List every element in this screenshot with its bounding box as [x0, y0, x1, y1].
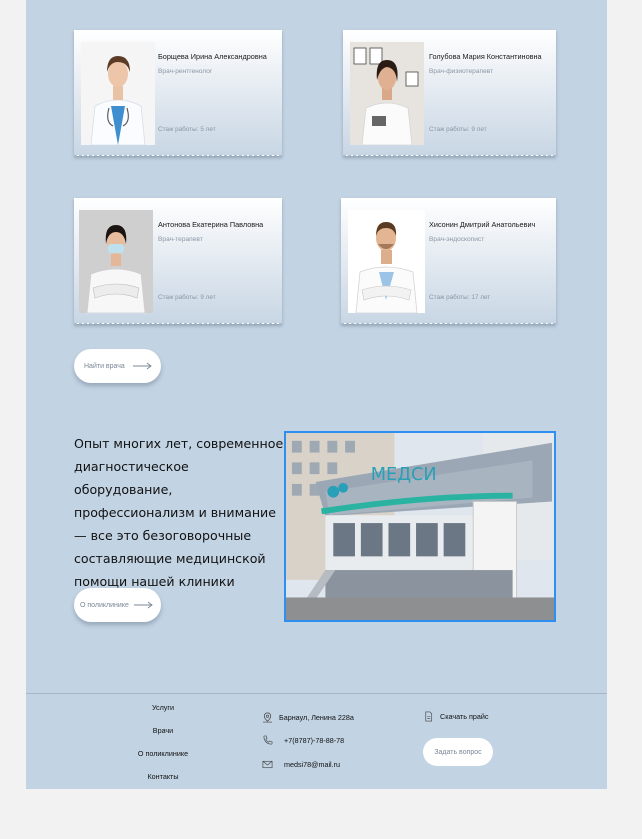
footer-email-text: medsi78@mail.ru	[284, 760, 341, 769]
mail-icon	[262, 760, 273, 769]
about-clinic-button[interactable]: О поликлинике	[74, 588, 161, 622]
doctor-photo-image	[79, 210, 153, 313]
ask-question-button[interactable]: Задать вопрос	[423, 738, 493, 766]
doctor-role: Врач-физиотерапевт	[429, 68, 494, 75]
ask-question-label: Задать вопрос	[434, 748, 482, 756]
footer-email[interactable]: medsi78@mail.ru	[262, 759, 340, 770]
about-clinic-label: О поликлинике	[80, 601, 129, 609]
download-price-label: Скачать прайс	[440, 712, 489, 721]
doctor-photo	[350, 42, 424, 145]
footer-nav-services[interactable]: Услуги	[118, 703, 208, 712]
phone-icon	[263, 735, 273, 745]
doctor-card[interactable]: Голубова Мария Константиновна Врач-физио…	[343, 30, 556, 156]
footer-address: Барнаул, Ленина 228а	[262, 712, 354, 723]
doctor-experience: Стаж работы: 9 лет	[158, 294, 216, 301]
map-pin-icon	[262, 712, 273, 723]
footer-nav-contacts[interactable]: Контакты	[118, 772, 208, 781]
find-doctor-label: Найти врача	[84, 362, 125, 370]
footer-divider	[26, 693, 607, 694]
doctor-photo	[81, 42, 155, 145]
download-price-link[interactable]: Скачать прайс	[423, 711, 488, 722]
doctor-photo	[79, 210, 153, 313]
doctor-role: Врач-терапевт	[158, 236, 203, 243]
doctor-photo-image	[348, 210, 425, 313]
footer-nav-doctors[interactable]: Врачи	[118, 726, 208, 735]
doctor-name: Антонова Екатерина Павловна	[158, 220, 264, 229]
doctor-experience: Стаж работы: 5 лет	[158, 126, 216, 133]
doctor-card[interactable]: Борщева Ирина Александровна Врач-рентген…	[74, 30, 282, 156]
doctor-role: Врач-рентгенолог	[158, 68, 213, 75]
doctor-photo-image	[81, 42, 155, 145]
footer-nav-about[interactable]: О поликлинике	[118, 749, 208, 758]
footer-phone[interactable]: +7(8787)-78-88-78	[262, 735, 344, 746]
doctor-photo	[348, 210, 425, 313]
doctor-card[interactable]: Хисонин Дмитрий Анатольевич Врач-эндоско…	[341, 198, 556, 324]
find-doctor-button[interactable]: Найти врача	[74, 349, 161, 383]
arrow-right-icon	[132, 362, 152, 370]
footer-phone-text: +7(8787)-78-88-78	[284, 736, 345, 745]
footer-address-text: Барнаул, Ленина 228а	[279, 713, 354, 722]
doctor-experience: Стаж работы: 17 лет	[429, 294, 491, 301]
doctor-photo-image	[350, 42, 424, 145]
doctor-name: Голубова Мария Константиновна	[429, 52, 542, 61]
doctor-experience: Стаж работы: 9 лет	[429, 126, 487, 133]
clinic-brand: МЕДСИ	[371, 465, 437, 485]
doctor-name: Хисонин Дмитрий Анатольевич	[429, 220, 536, 229]
about-text: Опыт многих лет, современное диагностиче…	[74, 436, 284, 589]
clinic-building-image: МЕДСИ	[286, 433, 554, 620]
doctor-card[interactable]: Антонова Екатерина Павловна Врач-терапев…	[74, 198, 282, 324]
page: Борщева Ирина Александровна Врач-рентген…	[26, 0, 607, 789]
doctor-name: Борщева Ирина Александровна	[158, 52, 267, 61]
document-icon	[425, 711, 433, 722]
clinic-photo: МЕДСИ	[284, 431, 556, 622]
arrow-right-icon	[133, 601, 153, 609]
doctor-role: Врач-эндоскопист	[429, 236, 485, 243]
